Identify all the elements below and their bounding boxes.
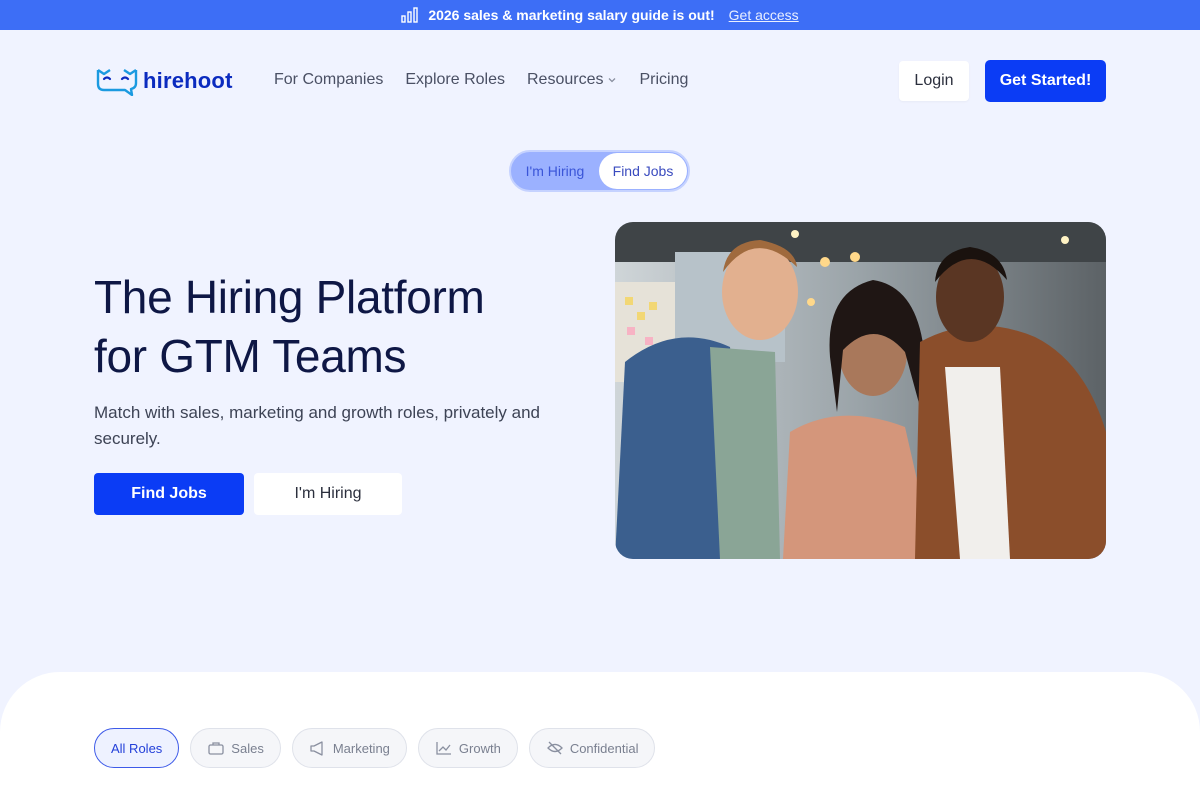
get-started-button[interactable]: Get Started! bbox=[985, 60, 1106, 102]
nav-resources[interactable]: Resources bbox=[527, 71, 617, 89]
chip-growth[interactable]: Growth bbox=[417, 728, 518, 768]
chip-confidential[interactable]: Confidential bbox=[528, 728, 656, 768]
nav-pricing[interactable]: Pricing bbox=[639, 71, 688, 89]
megaphone-icon bbox=[310, 741, 323, 756]
chip-sales[interactable]: Sales bbox=[190, 728, 281, 768]
im-hiring-button[interactable]: I'm Hiring bbox=[254, 473, 402, 515]
site-header: hirehoot For Companies Explore Roles Res… bbox=[0, 30, 1200, 130]
toggle-find-jobs[interactable]: Find Jobs bbox=[599, 153, 687, 189]
hero-title-line1: The Hiring Platform bbox=[94, 271, 485, 323]
brand-name: hirehoot bbox=[143, 68, 233, 93]
briefcase-icon bbox=[208, 742, 224, 755]
login-button[interactable]: Login bbox=[899, 61, 969, 101]
chip-label: Marketing bbox=[332, 740, 390, 756]
role-filter-chips: All Roles Sales Marketing Growth Confide… bbox=[94, 728, 666, 768]
chevron-down-icon bbox=[609, 78, 616, 83]
hero-team-photo bbox=[615, 222, 1106, 559]
chip-label: Growth bbox=[458, 740, 501, 756]
toggle-im-hiring[interactable]: I'm Hiring bbox=[511, 153, 599, 189]
chip-marketing[interactable]: Marketing bbox=[291, 728, 407, 768]
trend-icon bbox=[436, 742, 451, 755]
nav-label: Pricing bbox=[639, 71, 689, 88]
chip-label: Confidential bbox=[569, 740, 639, 756]
get-access-link[interactable]: Get access bbox=[729, 7, 799, 23]
nav-label: For Companies bbox=[274, 71, 384, 88]
hero-title: The Hiring Platform for GTM Teams bbox=[94, 268, 574, 386]
nav-for-companies[interactable]: For Companies bbox=[274, 71, 383, 89]
main-nav: For Companies Explore Roles Resources Pr… bbox=[274, 71, 710, 89]
owl-logo-icon bbox=[96, 69, 138, 96]
bar-chart-icon bbox=[401, 7, 419, 23]
hero-subtitle: Match with sales, marketing and growth r… bbox=[94, 403, 540, 448]
chip-label: Sales bbox=[231, 740, 264, 756]
chip-label: All Roles bbox=[111, 740, 163, 756]
audience-toggle: I'm Hiring Find Jobs bbox=[509, 150, 690, 192]
chip-all-roles[interactable]: All Roles bbox=[94, 728, 180, 768]
announcement-message: 2026 sales & marketing salary guide is o… bbox=[428, 7, 715, 23]
nav-explore-roles[interactable]: Explore Roles bbox=[405, 71, 505, 89]
nav-label: Explore Roles bbox=[405, 71, 505, 88]
find-jobs-button[interactable]: Find Jobs bbox=[94, 473, 244, 515]
hero-title-line2: for GTM Teams bbox=[94, 330, 407, 382]
nav-label: Resources bbox=[526, 71, 604, 88]
announcement-bar: 2026 sales & marketing salary guide is o… bbox=[0, 0, 1200, 30]
eye-off-icon bbox=[546, 741, 563, 755]
brand-logo[interactable]: hirehoot bbox=[95, 66, 233, 96]
